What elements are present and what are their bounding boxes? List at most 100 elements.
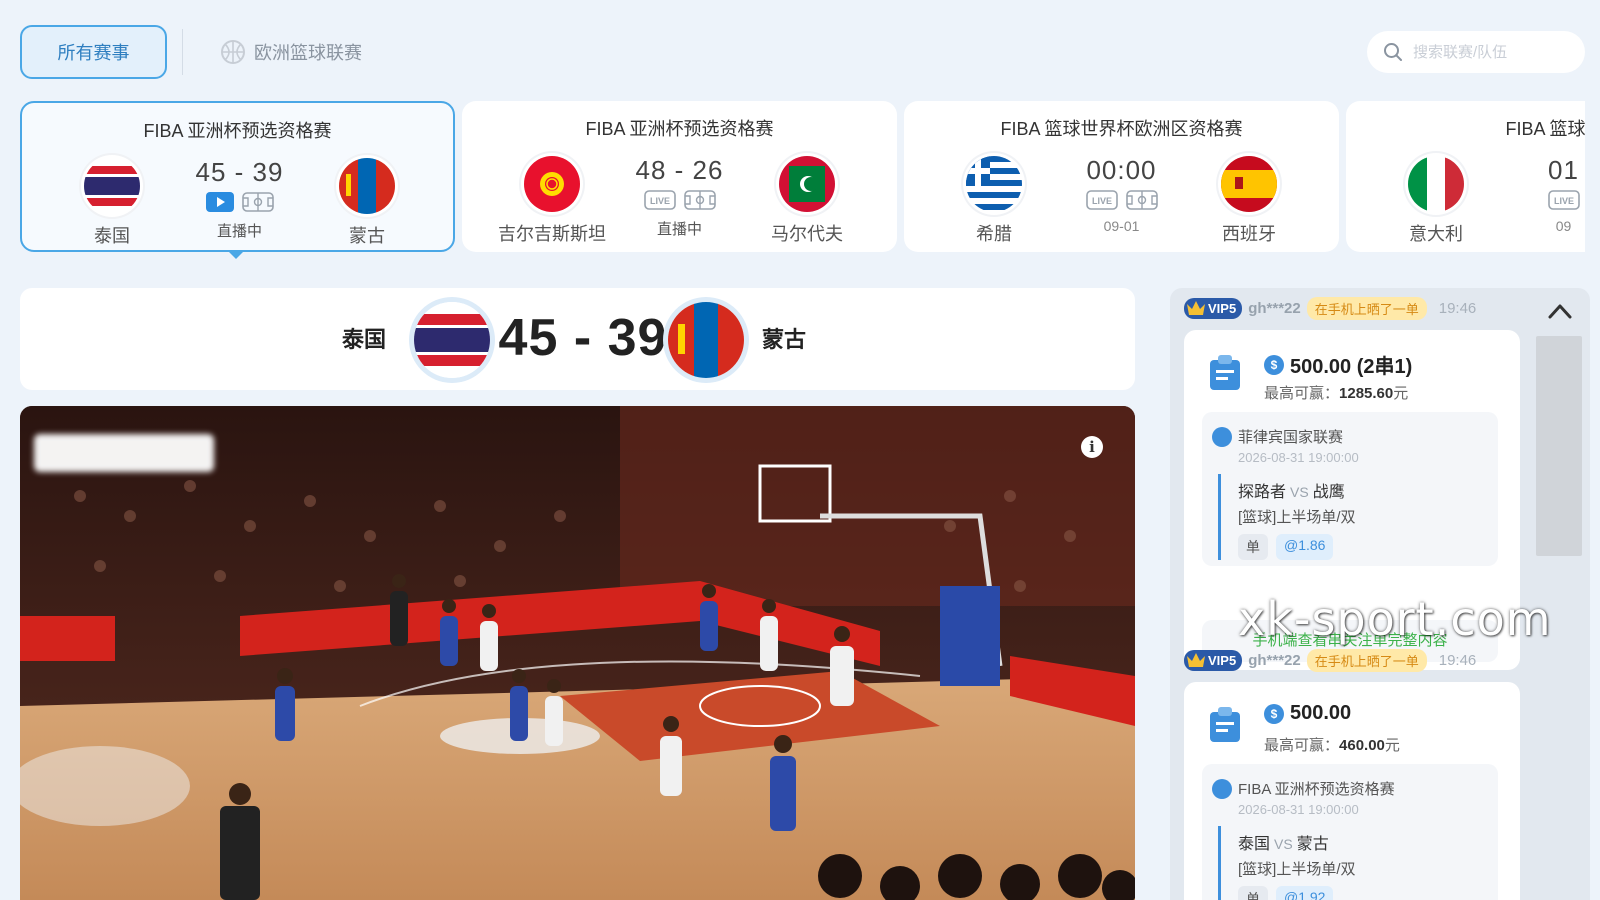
home-team-name: 希腊 bbox=[976, 224, 1012, 244]
thailand-flag-icon bbox=[84, 158, 140, 214]
bet-match-detail: FIBA 亚洲杯预选资格赛 2026-08-31 19:00:00 泰国 VS 蒙古… bbox=[1202, 764, 1498, 900]
match-status: 直播中 bbox=[216, 223, 262, 240]
divider bbox=[1218, 826, 1221, 900]
svg-text:LIVE: LIVE bbox=[1091, 196, 1111, 206]
league-tab-euroleague[interactable]: 欧洲篮球联赛 bbox=[220, 37, 362, 67]
match-date: 09 bbox=[1555, 218, 1572, 234]
match-date: 09-01 bbox=[1103, 218, 1140, 234]
max-win: 最高可赢：1285.60元 bbox=[1264, 385, 1409, 402]
play-video-icon[interactable] bbox=[205, 192, 234, 212]
bet-pick: 单 bbox=[1238, 534, 1268, 560]
italy-flag-icon bbox=[1408, 156, 1464, 212]
divider bbox=[182, 29, 183, 75]
thailand-flag-icon bbox=[414, 302, 490, 378]
league-tab-label: 欧洲篮球联赛 bbox=[254, 43, 362, 63]
live-icon[interactable]: LIVE bbox=[1547, 190, 1580, 210]
bet-match-detail: 菲律宾国家联赛 2026-08-31 19:00:00 探路者 VS 战鹰 [篮球]… bbox=[1202, 412, 1498, 566]
bet-slip-icon bbox=[1210, 355, 1240, 390]
match-status: 直播中 bbox=[656, 221, 702, 238]
away-team: 西班牙 bbox=[1189, 156, 1309, 246]
post-time: 19:46 bbox=[1438, 651, 1477, 669]
bet-amount: $500.00 bbox=[1264, 702, 1351, 725]
live-icon[interactable]: LIVE bbox=[1085, 190, 1118, 210]
home-team: 意大利 bbox=[1376, 156, 1496, 246]
match-card[interactable]: FIBA 篮球世界杯欧洲区资格赛 希腊 00:00 LIVE 09-01 西班牙 bbox=[904, 101, 1339, 252]
search-icon bbox=[1384, 43, 1402, 61]
post-header: VIP5 gh***22 在手机上晒了一单 19:46 bbox=[1184, 296, 1476, 320]
coin-icon: $ bbox=[1264, 354, 1284, 375]
divider bbox=[1218, 474, 1221, 560]
match-cards: FIBA 亚洲杯预选资格赛 泰国 45 - 39 直播中 蒙古 FIBA 亚洲杯… bbox=[20, 101, 1585, 253]
home-team: 希腊 bbox=[934, 156, 1054, 246]
bet-teams: 探路者 VS 战鹰 bbox=[1238, 484, 1345, 501]
match-center: 01 LIVE 09 bbox=[1496, 155, 1585, 234]
match-score: 48 - 26 bbox=[635, 155, 724, 185]
bet-match-date: 2026-08-31 19:00:00 bbox=[1238, 450, 1359, 465]
bet-share-panel: VIP5 gh***22 在手机上晒了一单 19:46 $500.00 (2串1… bbox=[1170, 288, 1590, 900]
bet-market: [篮球]上半场单/双 bbox=[1238, 861, 1356, 878]
active-card-pointer bbox=[228, 251, 244, 259]
match-score: 00:00 bbox=[1086, 155, 1157, 185]
away-team: 马尔代夫 bbox=[747, 156, 867, 246]
bet-post: VIP5 gh***22 在手机上晒了一单 19:46 $500.00 (2串1… bbox=[1170, 288, 1520, 670]
crown-icon bbox=[1187, 300, 1205, 315]
match-card[interactable]: FIBA 亚洲杯预选资格赛 泰国 45 - 39 直播中 蒙古 bbox=[20, 101, 455, 252]
match-card[interactable]: FIBA 亚洲杯预选资格赛 吉尔吉斯斯坦 48 - 26 LIVE 直播中 马尔… bbox=[462, 101, 897, 252]
scoreboard: 泰国 45 - 39 蒙古 bbox=[20, 288, 1135, 390]
card-league-title: FIBA 亚洲杯预选资格赛 bbox=[585, 119, 774, 139]
card-league-title: FIBA 篮球世界杯欧洲区资格赛 bbox=[1000, 119, 1243, 139]
live-icon[interactable]: LIVE bbox=[643, 190, 676, 210]
search-box bbox=[1367, 31, 1585, 73]
filter-bar: 所有赛事 欧洲篮球联赛 bbox=[20, 25, 1585, 79]
post-username[interactable]: gh***22 bbox=[1248, 652, 1301, 669]
broadcaster-logo bbox=[34, 434, 214, 472]
scoreboard-away-name: 蒙古 bbox=[762, 327, 807, 352]
spain-flag-icon bbox=[1221, 156, 1277, 212]
home-team: 吉尔吉斯斯坦 bbox=[492, 156, 612, 246]
video-frame bbox=[20, 406, 1135, 900]
court-animation-icon[interactable] bbox=[683, 190, 716, 210]
live-video-player[interactable]: i bbox=[20, 406, 1135, 900]
search-input[interactable] bbox=[1413, 43, 1563, 61]
match-card[interactable]: FIBA 篮球世界 意大利 01 LIVE 09 bbox=[1346, 101, 1585, 252]
crown-icon bbox=[1187, 652, 1205, 667]
post-username[interactable]: gh***22 bbox=[1248, 300, 1301, 317]
scoreboard-score: 45 - 39 bbox=[498, 309, 668, 367]
court-animation-icon[interactable] bbox=[1125, 190, 1158, 210]
card-league-title: FIBA 篮球世界 bbox=[1505, 119, 1585, 139]
match-score: 45 - 39 bbox=[195, 157, 284, 187]
away-team-name: 蒙古 bbox=[349, 226, 385, 246]
mongolia-flag-icon bbox=[339, 158, 395, 214]
bet-league: 菲律宾国家联赛 bbox=[1238, 429, 1344, 446]
post-tag: 在手机上晒了一单 bbox=[1306, 296, 1427, 320]
match-score: 01 bbox=[1548, 155, 1579, 185]
vip-badge: VIP5 bbox=[1184, 649, 1243, 671]
bet-teams: 泰国 VS 蒙古 bbox=[1238, 836, 1329, 853]
match-center: 00:00 LIVE 09-01 bbox=[1054, 155, 1189, 234]
league-icon bbox=[1212, 778, 1232, 799]
all-events-button[interactable]: 所有赛事 bbox=[20, 25, 167, 79]
vip-badge: VIP5 bbox=[1184, 297, 1243, 319]
bet-pick: 单 bbox=[1238, 886, 1268, 900]
bet-slip-card[interactable]: $500.00 (2串1) 最高可赢：1285.60元 菲律宾国家联赛 2026… bbox=[1184, 330, 1520, 670]
bet-slip-card[interactable]: $500.00 最高可赢：460.00元 FIBA 亚洲杯预选资格赛 2026-… bbox=[1184, 682, 1520, 900]
scrollbar-thumb[interactable] bbox=[1536, 336, 1582, 556]
bet-market: [篮球]上半场单/双 bbox=[1238, 509, 1356, 526]
bet-amount: $500.00 (2串1) bbox=[1264, 350, 1412, 379]
court-animation-icon[interactable] bbox=[241, 192, 274, 212]
post-header: VIP5 gh***22 在手机上晒了一单 19:46 bbox=[1184, 648, 1476, 672]
card-league-title: FIBA 亚洲杯预选资格赛 bbox=[143, 121, 332, 141]
away-team: 蒙古 bbox=[307, 158, 427, 248]
info-icon[interactable]: i bbox=[1081, 436, 1103, 458]
max-win: 最高可赢：460.00元 bbox=[1264, 737, 1400, 754]
bet-slip-icon bbox=[1210, 707, 1240, 742]
kyrgyzstan-flag-icon bbox=[524, 156, 580, 212]
away-team-name: 马尔代夫 bbox=[771, 224, 843, 244]
maldives-flag-icon bbox=[779, 156, 835, 212]
bet-odds: @1.92 bbox=[1276, 886, 1334, 900]
coin-icon: $ bbox=[1264, 703, 1284, 724]
greece-flag-icon bbox=[966, 156, 1022, 212]
match-center: 45 - 39 直播中 bbox=[172, 157, 307, 241]
chevron-up-icon[interactable] bbox=[1546, 300, 1574, 322]
bet-match-date: 2026-08-31 19:00:00 bbox=[1238, 802, 1359, 817]
